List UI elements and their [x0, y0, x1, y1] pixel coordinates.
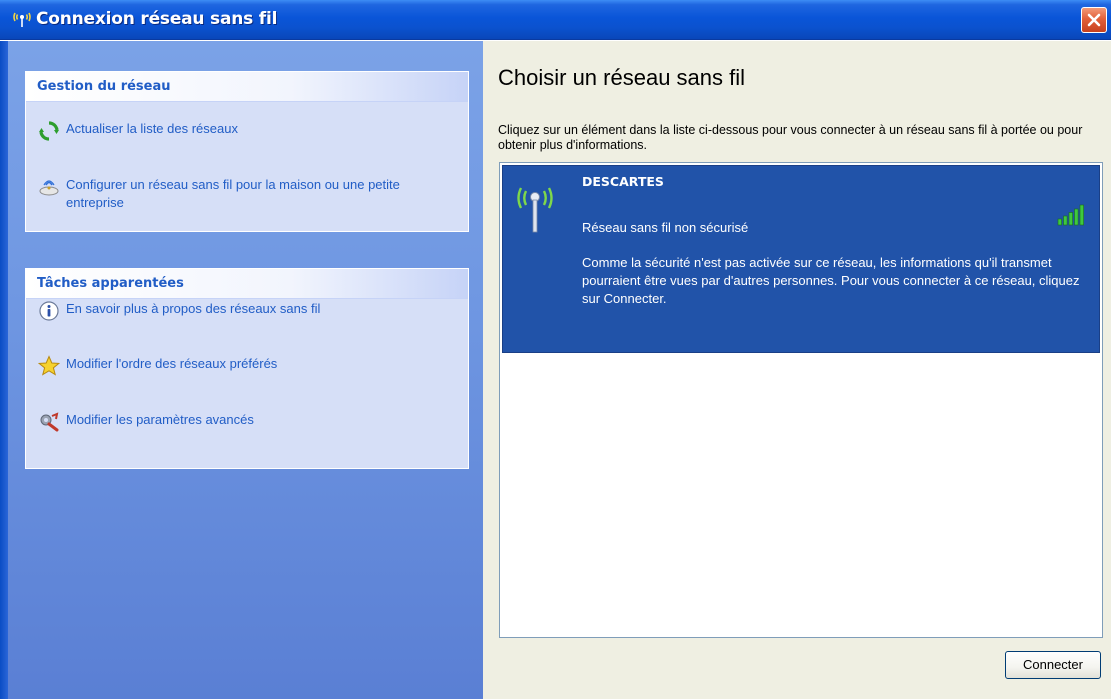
setup-wizard-icon: [38, 176, 60, 198]
related-tasks-group: Tâches apparentées En savoir plus à prop…: [25, 268, 469, 469]
window-left-border: [0, 41, 8, 699]
info-icon: [38, 300, 60, 322]
advanced-settings-link[interactable]: Modifier les paramètres avancés: [38, 411, 254, 433]
page-description: Cliquez sur un élément dans la liste ci-…: [498, 123, 1083, 152]
window-title: Connexion réseau sans fil: [36, 9, 278, 29]
wireless-connection-window: Connexion réseau sans fil Gestion du rés…: [0, 0, 1111, 699]
wireless-icon: [12, 10, 32, 28]
network-tasks-header[interactable]: Gestion du réseau: [26, 72, 468, 102]
connect-button[interactable]: Connecter: [1005, 651, 1101, 679]
close-button[interactable]: [1081, 7, 1107, 33]
setup-network-label: Configurer un réseau sans fil pour la ma…: [66, 177, 400, 210]
network-list[interactable]: DESCARTES Réseau sans fil non sécurisé C…: [499, 162, 1103, 638]
setup-network-link[interactable]: Configurer un réseau sans fil pour la ma…: [38, 176, 458, 212]
page-title: Choisir un réseau sans fil: [498, 65, 746, 90]
advanced-settings-label: Modifier les paramètres avancés: [66, 412, 254, 427]
network-details: Comme la sécurité n'est pas activée sur …: [582, 255, 1080, 306]
network-security-status: Réseau sans fil non sécurisé: [582, 220, 749, 235]
learn-wireless-label: En savoir plus à propos des réseaux sans…: [66, 301, 321, 316]
refresh-networks-label: Actualiser la liste des réseaux: [66, 121, 238, 136]
refresh-networks-link[interactable]: Actualiser la liste des réseaux: [38, 120, 238, 142]
learn-wireless-link[interactable]: En savoir plus à propos des réseaux sans…: [38, 300, 320, 322]
network-tasks-title: Gestion du réseau: [37, 79, 171, 94]
main-pane: Choisir un réseau sans fil Cliquez sur u…: [483, 41, 1111, 699]
refresh-icon: [38, 120, 60, 142]
close-icon: [1087, 13, 1101, 27]
star-icon: [37, 355, 61, 377]
title-bar[interactable]: Connexion réseau sans fil: [0, 0, 1111, 40]
network-name: DESCARTES: [582, 174, 664, 189]
signal-strength-icon: [1057, 204, 1085, 226]
network-item-descartes[interactable]: DESCARTES Réseau sans fil non sécurisé C…: [502, 165, 1100, 353]
advanced-settings-icon: [38, 411, 60, 433]
network-tasks-group: Gestion du réseau Actualiser la liste de…: [25, 71, 469, 232]
preferred-order-label: Modifier l'ordre des réseaux préférés: [66, 356, 278, 371]
preferred-order-link[interactable]: Modifier l'ordre des réseaux préférés: [37, 355, 278, 377]
related-tasks-header[interactable]: Tâches apparentées: [26, 269, 468, 299]
related-tasks-title: Tâches apparentées: [37, 276, 184, 291]
wireless-antenna-icon: [513, 178, 557, 234]
